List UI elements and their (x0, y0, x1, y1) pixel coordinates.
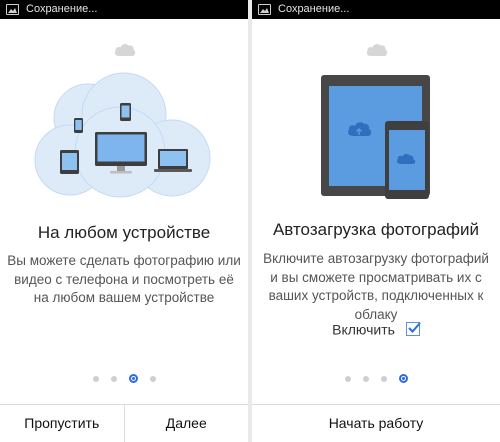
checkmark-icon (408, 322, 421, 334)
laptop-icon (154, 149, 192, 172)
page-dot-3-active (128, 374, 138, 384)
image-icon (6, 4, 19, 15)
page-dot-1 (92, 375, 99, 382)
status-bar: Сохранение... (252, 0, 500, 19)
onboarding-screen-devices: Сохранение... На любом устройстве Вы мож… (0, 0, 248, 442)
screenshot: Сохранение... На любом устройстве Вы мож… (0, 0, 500, 442)
screen-title: На любом устройстве (37, 223, 211, 242)
devices-cloud-illustration (34, 72, 211, 198)
page-indicator (0, 370, 248, 384)
phone-icon (120, 103, 131, 121)
page-dot-4 (149, 375, 156, 382)
status-text: Сохранение... (26, 3, 98, 15)
image-icon (258, 4, 271, 15)
status-bar: Сохранение... (0, 0, 248, 19)
phone-small-icon (74, 118, 83, 133)
page-dot-2 (362, 375, 369, 382)
tablet-icon (60, 150, 79, 174)
page-dot-1 (344, 375, 351, 382)
bottom-action-bar: Начать работу (252, 404, 500, 442)
enable-autoupload-row[interactable]: Включить (252, 320, 500, 337)
page-indicator (252, 370, 500, 384)
page-dot-4-active (398, 374, 408, 384)
enable-label: Включить (332, 321, 395, 338)
start-button[interactable]: Начать работу (252, 405, 500, 442)
phone-device (385, 121, 429, 199)
status-text: Сохранение... (278, 3, 350, 15)
screen-title: Автозагрузка фотографий (272, 220, 480, 239)
screen-description: Включите автозагрузку фотографий и вы см… (263, 251, 489, 322)
page-dot-3 (380, 375, 387, 382)
screen-description: Вы можете сделать фотографию или видео с… (7, 253, 241, 305)
page-dot-2 (110, 375, 117, 382)
skip-button[interactable]: Пропустить (0, 405, 124, 442)
bottom-action-bar: Пропустить Далее (0, 404, 248, 442)
cloud-icon (366, 44, 388, 56)
enable-checkbox[interactable] (405, 322, 421, 337)
cloud-icon (114, 44, 136, 56)
onboarding-screen-autoupload: Сохранение... Автозагрузка фотографий Вк… (252, 0, 500, 442)
autoupload-illustration (321, 75, 430, 199)
next-button[interactable]: Далее (123, 405, 248, 442)
